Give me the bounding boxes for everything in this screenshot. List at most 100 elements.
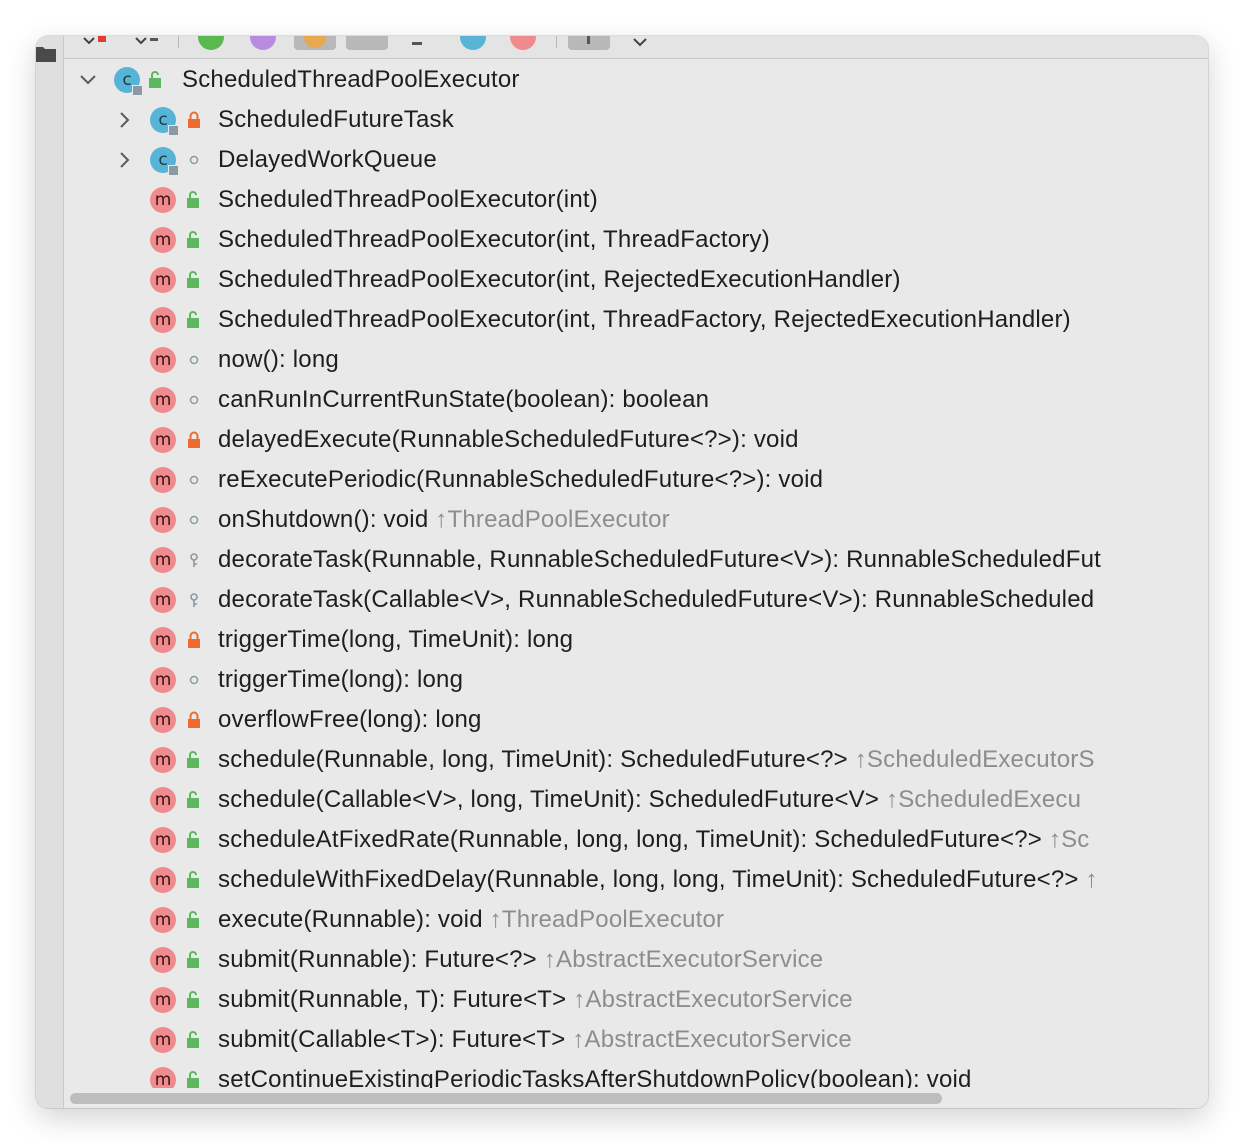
- method-icon-letter: m: [154, 830, 172, 850]
- tree-item-label: submit(Runnable, T): Future<T> ↑Abstract…: [218, 986, 853, 1014]
- tree-item-label: ScheduledThreadPoolExecutor(int, ThreadF…: [218, 306, 1071, 334]
- show-classes-icon[interactable]: [460, 36, 486, 50]
- member-signature: onShutdown(): void: [218, 506, 429, 533]
- method-icon-letter: m: [154, 910, 172, 930]
- tree-item-label: scheduleAtFixedRate(Runnable, long, long…: [218, 826, 1090, 854]
- method-icon: m: [150, 267, 176, 293]
- show-properties-icon[interactable]: [250, 36, 276, 50]
- structure-window: c ScheduledThreadPoolExecutor c Scheduled…: [36, 36, 1208, 1108]
- tree-item-label: execute(Runnable): void ↑ThreadPoolExecu…: [218, 906, 724, 934]
- method-icon-letter: m: [154, 470, 172, 490]
- method-icon: m: [150, 747, 176, 773]
- tree-item-label: decorateTask(Runnable, RunnableScheduled…: [218, 546, 1101, 574]
- method-icon-letter: m: [154, 350, 172, 370]
- horizontal-scrollbar-thumb[interactable]: [70, 1093, 942, 1104]
- tree-root-label: ScheduledThreadPoolExecutor: [182, 66, 520, 93]
- tree-item-label: ScheduledFutureTask: [218, 106, 454, 134]
- member-signature: ScheduledThreadPoolExecutor(int, ThreadF…: [218, 306, 1071, 333]
- public-lock-icon: [186, 231, 202, 249]
- chevron-down-icon[interactable]: [632, 36, 648, 52]
- public-lock-icon: [186, 1031, 202, 1049]
- method-icon: m: [150, 547, 176, 573]
- tree-item-label: now(): long: [218, 346, 339, 374]
- autoscroll-button[interactable]: [568, 36, 610, 50]
- method-icon-letter: m: [154, 230, 172, 250]
- class-icon-letter: c: [158, 110, 168, 130]
- show-lambdas-button[interactable]: [346, 36, 388, 50]
- structure-tree[interactable]: c ScheduledThreadPoolExecutor c Scheduled…: [64, 58, 1208, 1088]
- sort-icon[interactable]: [82, 36, 112, 48]
- package-visibility-icon: [186, 671, 202, 689]
- tree-item-label: delayedExecute(RunnableScheduledFuture<?…: [218, 426, 799, 454]
- inherited-from-label: ↑AbstractExecutorService: [573, 986, 853, 1013]
- member-signature: ScheduledThreadPoolExecutor(int): [218, 186, 598, 213]
- class-icon: c: [150, 107, 179, 136]
- tree-item-label: DelayedWorkQueue: [218, 146, 437, 174]
- method-icon-letter: m: [154, 670, 172, 690]
- method-icon: m: [150, 827, 176, 853]
- tree-item-label: triggerTime(long): long: [218, 666, 463, 694]
- member-signature: DelayedWorkQueue: [218, 146, 437, 173]
- method-icon: m: [150, 587, 176, 613]
- method-icon-letter: m: [154, 950, 172, 970]
- chevron-right-icon[interactable]: [114, 150, 134, 170]
- method-icon-letter: m: [154, 390, 172, 410]
- inherited-from-label: ↑ThreadPoolExecutor: [435, 506, 670, 533]
- method-icon-letter: m: [154, 550, 172, 570]
- member-signature: submit(Runnable, T): Future<T>: [218, 986, 567, 1013]
- tree-item-label: schedule(Runnable, long, TimeUnit): Sche…: [218, 746, 1095, 774]
- sort-alpha-icon[interactable]: [134, 36, 164, 48]
- method-icon: m: [150, 707, 176, 733]
- method-icon: m: [150, 347, 176, 373]
- method-icon: m: [150, 867, 176, 893]
- show-inherited-button[interactable]: [294, 36, 336, 50]
- method-icon: m: [150, 307, 176, 333]
- tool-window-strip: [36, 36, 64, 1108]
- protected-key-icon: [186, 551, 202, 569]
- inherited-from-label: ↑AbstractExecutorService: [543, 946, 824, 973]
- tree-item-label: canRunInCurrentRunState(boolean): boolea…: [218, 386, 709, 414]
- method-icon-letter: m: [154, 310, 172, 330]
- method-icon-letter: m: [154, 1030, 172, 1050]
- method-icon-letter: m: [154, 430, 172, 450]
- method-icon: m: [150, 987, 176, 1013]
- package-visibility-icon: [186, 351, 202, 369]
- inherited-from-label: ↑Sc: [1048, 826, 1090, 853]
- member-signature: decorateTask(Runnable, RunnableScheduled…: [218, 546, 1101, 573]
- chevron-down-icon[interactable]: [78, 70, 98, 90]
- public-lock-icon: [186, 991, 202, 1009]
- chevron-right-icon[interactable]: [114, 110, 134, 130]
- private-lock-icon: [186, 431, 202, 449]
- method-icon-letter: m: [154, 270, 172, 290]
- method-icon: m: [150, 227, 176, 253]
- member-signature: scheduleWithFixedDelay(Runnable, long, l…: [218, 866, 1079, 893]
- member-signature: decorateTask(Callable<V>, RunnableSchedu…: [218, 586, 1095, 613]
- collapse-icon[interactable]: [412, 42, 422, 45]
- method-icon: m: [150, 1067, 176, 1088]
- show-fields-icon[interactable]: [198, 36, 224, 50]
- tree-item-label: triggerTime(long, TimeUnit): long: [218, 626, 573, 654]
- show-methods-icon[interactable]: [510, 36, 536, 50]
- method-icon: m: [150, 1027, 176, 1053]
- member-signature: submit(Callable<T>): Future<T>: [218, 1026, 566, 1053]
- tree-item-label: overflowFree(long): long: [218, 706, 482, 734]
- public-lock-icon: [186, 191, 202, 209]
- project-folder-icon[interactable]: [36, 44, 56, 62]
- public-lock-icon: [186, 1071, 202, 1088]
- inherited-from-label: ↑ThreadPoolExecutor: [489, 906, 725, 933]
- public-lock-icon: [186, 311, 202, 329]
- tree-item-label: submit(Callable<T>): Future<T> ↑Abstract…: [218, 1026, 852, 1054]
- method-icon: m: [150, 507, 176, 533]
- public-lock-icon: [186, 831, 202, 849]
- public-lock-icon: [186, 791, 202, 809]
- tree-item-label: decorateTask(Callable<V>, RunnableSchedu…: [218, 586, 1094, 614]
- method-icon: m: [150, 667, 176, 693]
- member-signature: schedule(Runnable, long, TimeUnit): Sche…: [218, 746, 848, 773]
- method-icon: m: [150, 787, 176, 813]
- package-visibility-icon: [186, 151, 202, 169]
- public-lock-icon: [186, 271, 202, 289]
- method-icon: m: [150, 907, 176, 933]
- horizontal-scrollbar[interactable]: [64, 1088, 1208, 1108]
- method-icon: m: [150, 387, 176, 413]
- private-lock-icon: [186, 631, 202, 649]
